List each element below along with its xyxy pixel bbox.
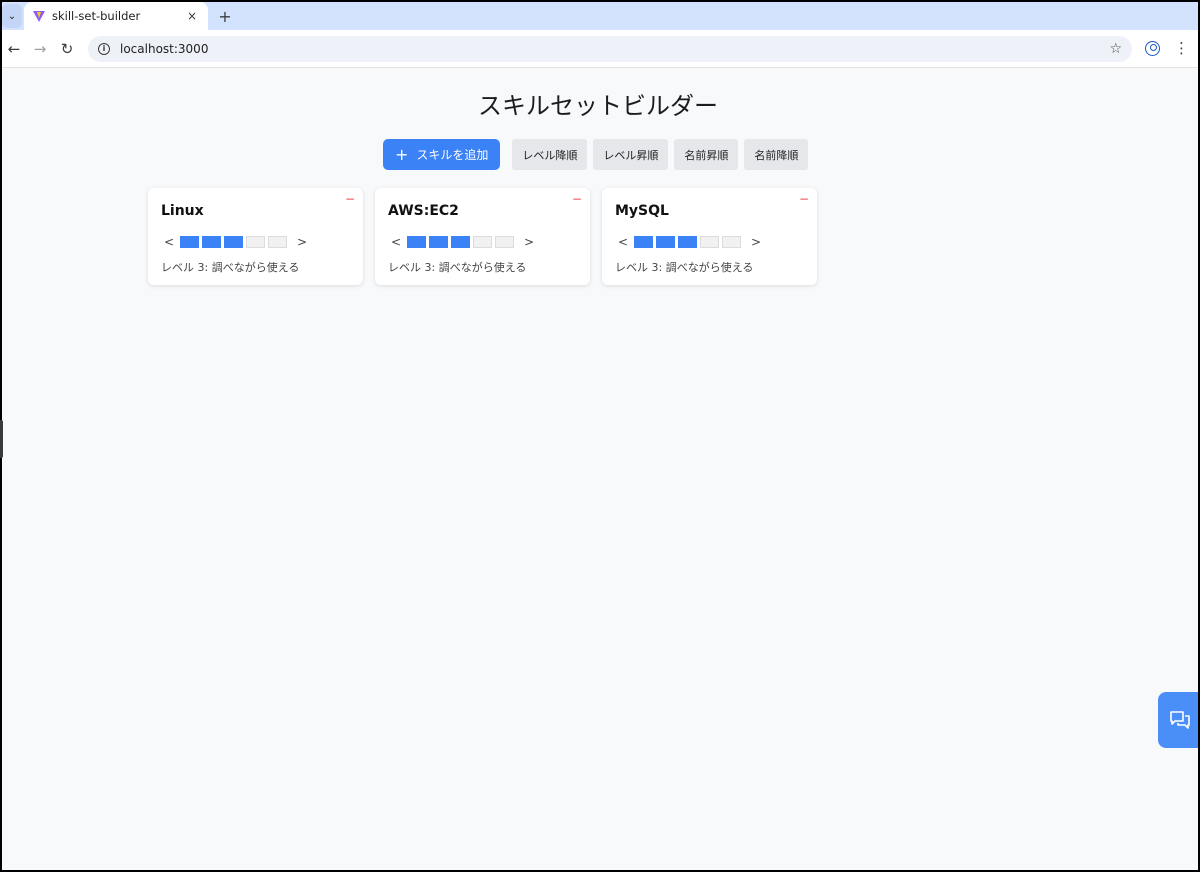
forward-button[interactable]: → — [30, 39, 50, 59]
bookmark-star-icon[interactable]: ☆ — [1109, 41, 1122, 57]
skill-name: Linux — [161, 203, 204, 219]
tab-strip: ⌄ skill-set-builder × + — [2, 2, 1198, 30]
remove-skill-button[interactable]: − — [572, 193, 582, 205]
level-segment[interactable] — [202, 236, 221, 248]
tab-search-button[interactable]: ⌄ — [2, 4, 22, 28]
chat-bubbles-icon — [1170, 711, 1190, 729]
level-segment[interactable] — [473, 236, 492, 248]
level-description: レベル 3: 調べながら使える — [161, 261, 300, 274]
level-increase-button[interactable]: > — [748, 235, 764, 249]
browser-window: ⌄ skill-set-builder × + ← → ↻ i localhos… — [2, 2, 1198, 870]
level-description: レベル 3: 調べながら使える — [615, 261, 754, 274]
sort-name-asc-button[interactable]: 名前昇順 — [674, 139, 739, 170]
tab-title: skill-set-builder — [52, 9, 141, 23]
level-segment[interactable] — [180, 236, 199, 248]
level-segment[interactable] — [495, 236, 514, 248]
level-increase-button[interactable]: > — [294, 235, 310, 249]
url-text[interactable]: localhost:3000 — [120, 42, 1109, 56]
app-page: スキルセットビルダー + スキルを追加 レベル降順 レベル昇順 名前昇順 名前降… — [2, 68, 1198, 870]
level-decrease-button[interactable]: < — [161, 235, 177, 249]
level-bar[interactable] — [407, 236, 517, 248]
level-description: レベル 3: 調べながら使える — [388, 261, 527, 274]
level-decrease-button[interactable]: < — [388, 235, 404, 249]
level-segment[interactable] — [634, 236, 653, 248]
level-selector: < > — [388, 235, 537, 249]
skill-card: − MySQL < > レベル 3: 調べながら使える — [602, 188, 817, 285]
level-segment[interactable] — [722, 236, 741, 248]
profile-icon[interactable] — [1145, 41, 1160, 56]
skill-card-list: − Linux < > レベル 3: 調べながら使える − AWS:EC2 < … — [148, 188, 817, 285]
skill-name: MySQL — [615, 203, 669, 219]
chat-button[interactable] — [1158, 692, 1198, 748]
new-tab-button[interactable]: + — [214, 5, 236, 27]
sort-level-asc-button[interactable]: レベル昇順 — [593, 139, 669, 170]
tab-active[interactable]: skill-set-builder × — [24, 2, 208, 30]
level-segment[interactable] — [451, 236, 470, 248]
level-bar[interactable] — [634, 236, 744, 248]
browser-menu-icon[interactable]: ⋮ — [1174, 39, 1189, 59]
side-panel-handle[interactable] — [0, 420, 3, 458]
add-skill-button[interactable]: + スキルを追加 — [383, 139, 501, 170]
skill-name: AWS:EC2 — [388, 203, 459, 219]
remove-skill-button[interactable]: − — [799, 193, 809, 205]
skill-card: − AWS:EC2 < > レベル 3: 調べながら使える — [375, 188, 590, 285]
address-bar[interactable]: i localhost:3000 ☆ — [88, 36, 1132, 62]
level-increase-button[interactable]: > — [521, 235, 537, 249]
site-info-icon[interactable]: i — [98, 43, 110, 55]
level-selector: < > — [161, 235, 310, 249]
level-segment[interactable] — [407, 236, 426, 248]
level-segment[interactable] — [224, 236, 243, 248]
level-segment[interactable] — [268, 236, 287, 248]
plus-icon: + — [395, 144, 409, 164]
back-button[interactable]: ← — [4, 39, 24, 59]
reload-button[interactable]: ↻ — [57, 39, 77, 59]
add-skill-label: スキルを追加 — [416, 148, 489, 162]
page-title: スキルセットビルダー — [478, 92, 718, 120]
level-decrease-button[interactable]: < — [615, 235, 631, 249]
level-segment[interactable] — [656, 236, 675, 248]
controls-bar: + スキルを追加 レベル降順 レベル昇順 名前昇順 名前降順 — [383, 139, 809, 170]
level-segment[interactable] — [678, 236, 697, 248]
level-bar[interactable] — [180, 236, 290, 248]
level-selector: < > — [615, 235, 764, 249]
vite-logo-icon — [33, 11, 45, 22]
level-segment[interactable] — [246, 236, 265, 248]
remove-skill-button[interactable]: − — [345, 193, 355, 205]
level-segment[interactable] — [700, 236, 719, 248]
skill-card: − Linux < > レベル 3: 調べながら使える — [148, 188, 363, 285]
level-segment[interactable] — [429, 236, 448, 248]
browser-toolbar: ← → ↻ i localhost:3000 ☆ ⋮ — [2, 30, 1198, 68]
tab-close-icon[interactable]: × — [184, 9, 200, 23]
sort-level-desc-button[interactable]: レベル降順 — [512, 139, 588, 170]
sort-name-desc-button[interactable]: 名前降順 — [744, 139, 809, 170]
